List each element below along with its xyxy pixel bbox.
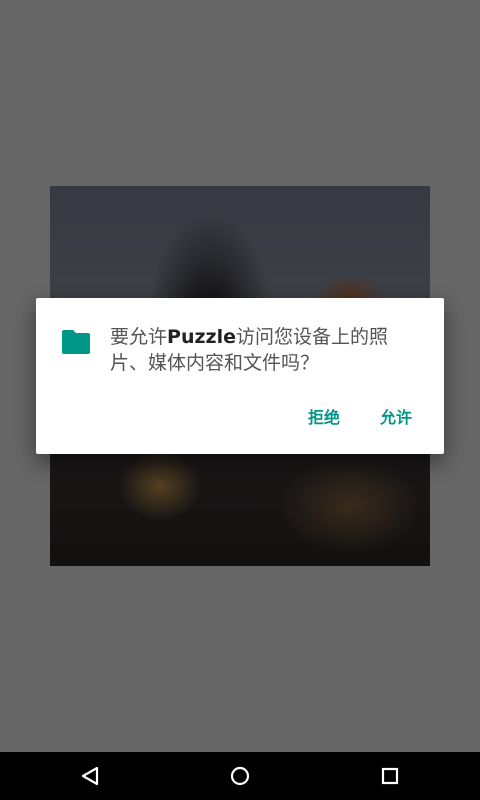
app-name: Puzzle [167, 326, 236, 348]
permission-dialog: 要允许Puzzle访问您设备上的照片、媒体内容和文件吗？ 拒绝 允许 [36, 298, 444, 454]
permission-message: 要允许Puzzle访问您设备上的照片、媒体内容和文件吗？ [110, 324, 420, 376]
back-icon[interactable] [74, 760, 106, 792]
screen: 要允许Puzzle访问您设备上的照片、媒体内容和文件吗？ 拒绝 允许 [0, 0, 480, 800]
allow-button[interactable]: 允许 [372, 400, 420, 436]
home-icon[interactable] [224, 760, 256, 792]
recents-icon[interactable] [374, 760, 406, 792]
deny-button[interactable]: 拒绝 [300, 400, 348, 436]
navigation-bar [0, 752, 480, 800]
message-prefix: 要允许 [110, 326, 168, 348]
folder-icon [60, 328, 92, 356]
